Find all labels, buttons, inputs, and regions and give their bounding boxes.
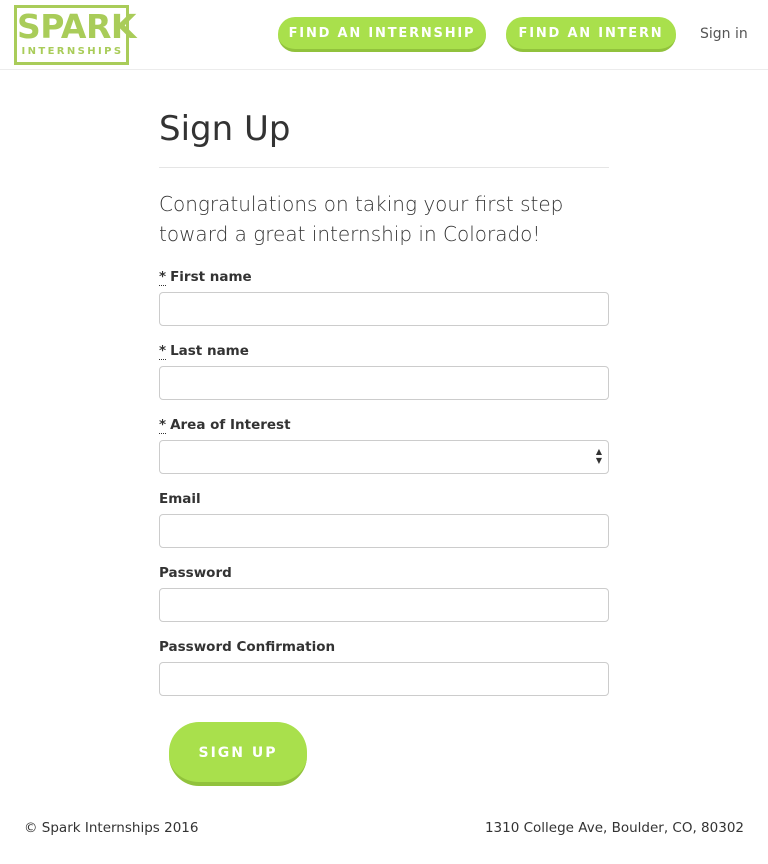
intro-text: Congratulations on taking your first ste… [159,192,564,246]
last-name-field: * Last name [159,342,609,416]
email-label: Email [159,491,201,507]
password-label: Password [159,565,232,581]
password-confirmation-input[interactable] [159,662,609,696]
email-field: Email [159,490,609,564]
page-title: Sign Up [159,100,609,168]
area-of-interest-label: * Area of Interest [159,417,291,434]
footer-address: 1310 College Ave, Boulder, CO, 80302 [484,820,744,836]
required-marker: * [159,417,167,434]
area-of-interest-select[interactable]: ▲ ▼ [159,440,609,474]
find-intern-button[interactable]: FIND AN INTERN [506,17,676,52]
required-marker: * [159,269,167,286]
required-marker: * [159,343,167,360]
area-of-interest-field: * Area of Interest ▲ ▼ [159,416,609,490]
find-internship-button[interactable]: FIND AN INTERNSHIP [278,17,486,52]
site-header: SPARK INTERNSHIPS FIND AN INTERNSHIP FIN… [0,0,768,70]
logo-wordmark: SPARK [17,7,136,46]
select-arrows-icon: ▲ ▼ [595,447,603,465]
password-confirmation-label: Password Confirmation [159,639,336,655]
password-field: Password [159,564,609,638]
sign-in-link[interactable]: Sign in [700,26,748,42]
password-input[interactable] [159,588,609,622]
logo-subtitle: INTERNSHIPS [21,46,124,57]
last-name-input[interactable] [159,366,609,400]
last-name-label: * Last name [159,343,249,360]
signup-form: Sign Up Congratulations on taking your f… [159,100,609,712]
first-name-label: * First name [159,269,252,286]
password-confirmation-field: Password Confirmation [159,638,609,712]
first-name-input[interactable] [159,292,609,326]
email-input[interactable] [159,514,609,548]
sign-up-button[interactable]: SIGN UP [169,722,307,786]
footer-copyright: © Spark Internships 2016 [24,820,199,836]
spark-logo[interactable]: SPARK INTERNSHIPS [14,5,136,65]
first-name-field: * First name [159,268,609,342]
